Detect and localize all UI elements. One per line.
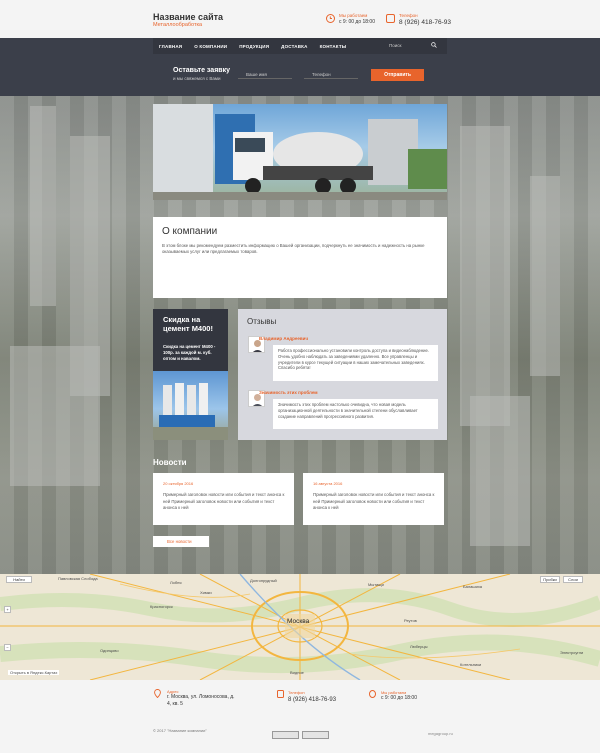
site-subtitle: Металлообработка	[153, 22, 203, 28]
map-place: Реутов	[404, 618, 417, 623]
form-title: Оставьте заявку	[173, 67, 230, 74]
review-text: Значимость этих проблем настолько очевид…	[273, 399, 438, 429]
map-traffic-button[interactable]: Пробки	[540, 576, 560, 583]
main-nav: ГЛАВНАЯ О КОМПАНИИ ПРОДУКЦИЯ ДОСТАВКА КО…	[153, 38, 447, 54]
site-header	[0, 0, 600, 38]
phone-value[interactable]: 8 (926) 418-76-93	[399, 19, 451, 26]
nav-item-products[interactable]: ПРОДУКЦИЯ	[233, 44, 275, 49]
nav-item-delivery[interactable]: ДОСТАВКА	[275, 44, 313, 49]
news-title: Новости	[153, 458, 187, 467]
footer-address-value: г. Москва, ул. Ломоносова, д. 4, кв. 5	[167, 694, 235, 707]
promo-text: Скидка на цемент М400 - 100р. за каждой …	[163, 344, 216, 361]
map-search-button[interactable]: Найти	[6, 576, 32, 583]
map-place: Долгопрудный	[250, 578, 277, 583]
map-place: Балашиха	[463, 584, 483, 589]
hours-label: Мы работаем	[339, 13, 368, 18]
review-author[interactable]: Владимир Андреевич	[259, 336, 308, 341]
zoom-out-button[interactable]: −	[4, 644, 11, 651]
location-pin-icon	[154, 689, 161, 698]
cement-silos-image	[153, 371, 228, 440]
news-text[interactable]: Примерный заголовок новости или события …	[163, 492, 285, 512]
header-phone: Телефон 8 (926) 418-76-93	[386, 13, 451, 26]
form-subtitle: и мы свяжемся с Вами	[173, 76, 221, 81]
phone-icon	[386, 14, 395, 23]
map-place: Котельники	[460, 662, 482, 667]
clock-icon	[369, 690, 376, 698]
promo-title: Скидка на цемент М400!	[163, 315, 213, 333]
name-input[interactable]: Ваше имя	[238, 70, 292, 79]
map-place: Мытищи	[368, 582, 384, 587]
hours-value: с 9: 00 до 18:00	[339, 19, 375, 25]
about-title: О компании	[162, 226, 218, 237]
map-place: Химки	[200, 590, 212, 595]
about-text: В этом блоке мы рекомендуем разместить и…	[162, 243, 425, 254]
open-in-yandex-link[interactable]: Открыть в Яндекс.Картах	[8, 670, 60, 675]
news-date: 20 октября 2016	[163, 481, 194, 486]
concrete-truck-image	[153, 104, 447, 200]
map-place: Видное	[290, 670, 304, 675]
phone-label: Телефон	[399, 13, 418, 18]
map-place: Люберцы	[410, 644, 428, 649]
search-icon[interactable]	[431, 42, 437, 48]
copyright: © 2017 "Название компании"	[153, 728, 207, 733]
map-place: Электроугли	[560, 650, 584, 655]
counter-badge	[302, 731, 329, 739]
map-layers-button[interactable]: Слои	[563, 576, 583, 583]
footer-hours-value: с 9: 00 до 18:00	[381, 695, 417, 701]
phone-icon	[277, 690, 284, 698]
news-text[interactable]: Примерный заголовок новости или события …	[313, 492, 435, 512]
all-news-button[interactable]: Все новости	[153, 536, 209, 547]
zoom-in-button[interactable]: +	[4, 606, 11, 613]
header-hours: Мы работаем с 9: 00 до 18:00	[326, 13, 375, 25]
reviews-title: Отзывы	[247, 317, 277, 326]
review-author[interactable]: Значимость этих проблем	[259, 390, 318, 395]
footer-phone-label: Телефон	[288, 690, 305, 695]
site-title[interactable]: Название сайта	[153, 12, 223, 22]
news-card[interactable]: 20 октября 2016 Примерный заголовок ново…	[153, 473, 294, 525]
map-place: Лобня	[170, 580, 182, 585]
review-text: Работа профессионально установили контро…	[273, 345, 438, 381]
map-city-label: Москва	[287, 618, 310, 625]
map-place: Красногорск	[150, 604, 173, 609]
footer-phone-value[interactable]: 8 (926) 418-76-93	[288, 697, 336, 704]
submit-button[interactable]: Отправить	[371, 69, 424, 81]
request-form-band	[0, 54, 600, 96]
nav-item-about[interactable]: О КОМПАНИИ	[188, 44, 233, 49]
counter-badge	[272, 731, 299, 739]
clock-icon	[326, 14, 335, 23]
news-card[interactable]: 16 августа 2016 Примерный заголовок ново…	[303, 473, 444, 525]
phone-input[interactable]: Телефон	[304, 70, 358, 79]
developer-link[interactable]: megagroup.ru	[428, 731, 453, 736]
map-place: Павловская Слобода	[58, 576, 98, 581]
yandex-map[interactable]: Найти Пробки Слои + − Москва Павловская …	[0, 574, 600, 680]
map-place: Одинцово	[100, 648, 119, 653]
nav-item-home[interactable]: ГЛАВНАЯ	[153, 44, 188, 49]
news-date: 16 августа 2016	[313, 481, 343, 486]
nav-item-contacts[interactable]: КОНТАКТЫ	[314, 44, 353, 49]
